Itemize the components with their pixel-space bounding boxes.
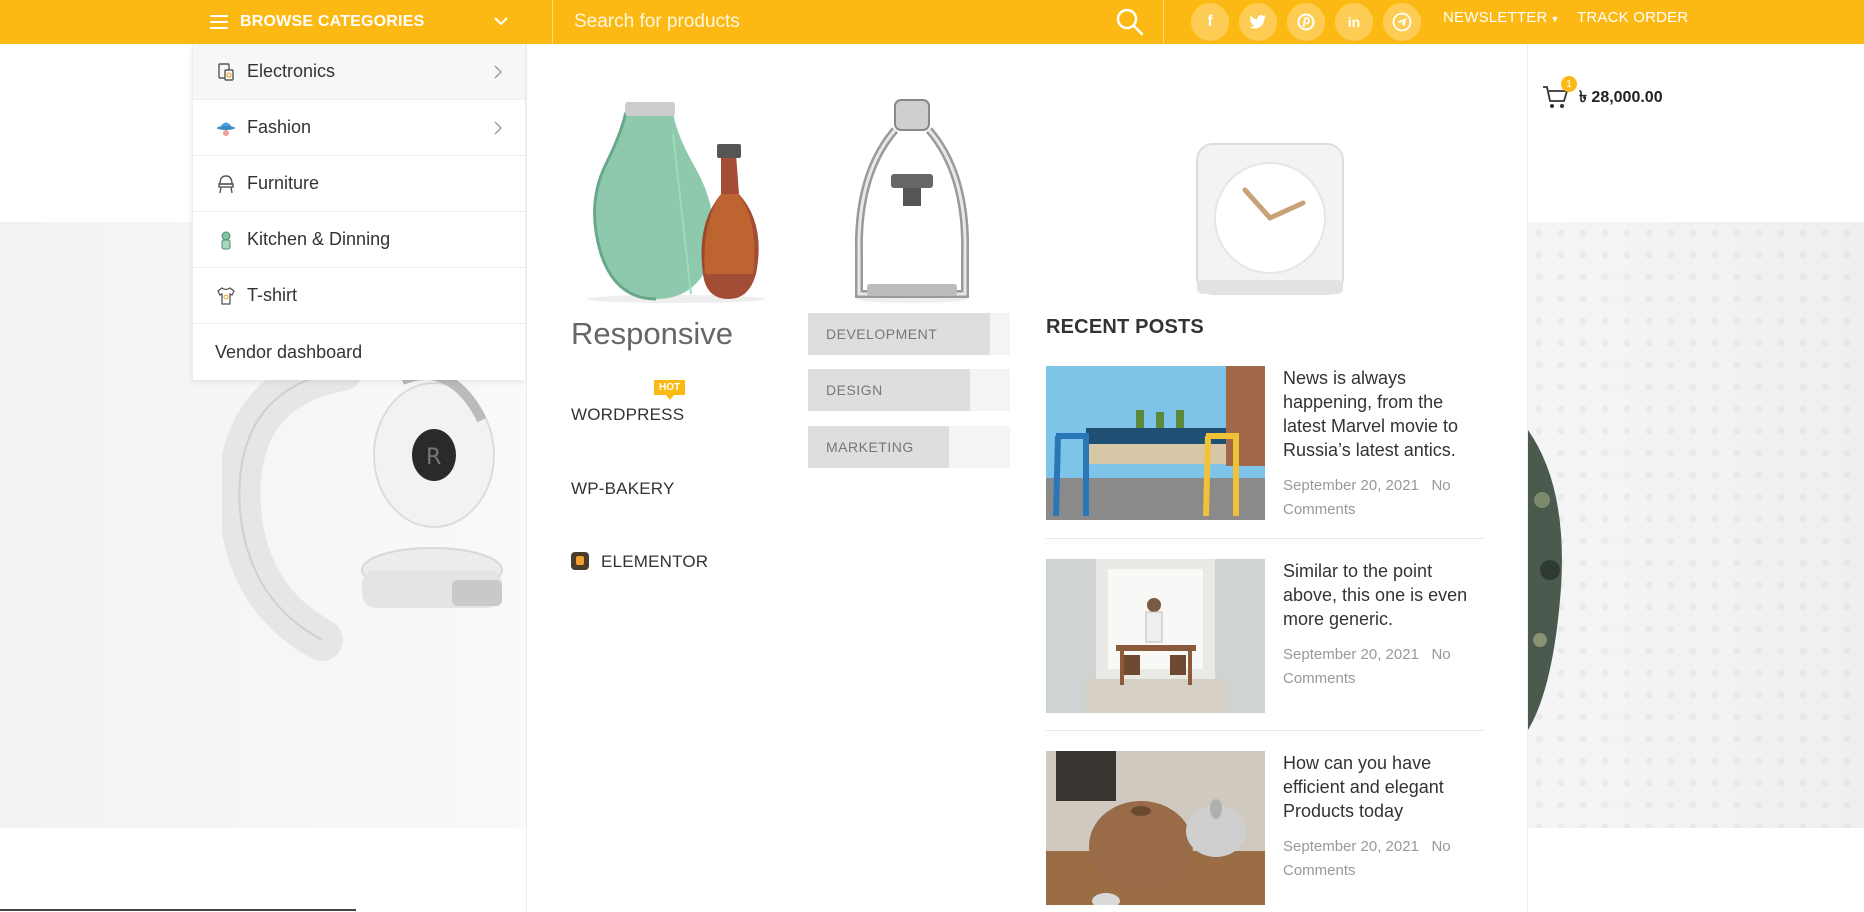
svg-text:R: R <box>426 445 441 470</box>
cart-button[interactable]: 1 ৳ 28,000.00 <box>1541 76 1663 112</box>
post-thumbnail[interactable] <box>1046 366 1265 520</box>
elementor-label: ELEMENTOR <box>601 552 709 571</box>
category-dropdown: Electronics Fashion Furniture Kitchen & … <box>192 44 526 380</box>
chevron-right-icon <box>494 65 502 79</box>
post-item: How can you have efficient and elegant P… <box>1046 751 1484 911</box>
linkedin-icon[interactable]: in <box>1335 3 1373 41</box>
headphones-image: R <box>222 370 503 661</box>
pinterest-icon[interactable] <box>1287 3 1325 41</box>
hamburger-icon <box>210 15 228 29</box>
skill-bar-marketing: MARKETING <box>808 426 1010 468</box>
category-item-fashion[interactable]: Fashion <box>193 100 525 156</box>
furniture-icon <box>215 173 237 195</box>
skill-bar-development: DEVELOPMENT <box>808 313 1010 355</box>
post-title-link[interactable]: How can you have efficient and elegant P… <box>1283 751 1483 823</box>
facebook-icon[interactable]: f <box>1191 3 1229 41</box>
clock-product-image[interactable] <box>1191 100 1347 304</box>
mega-menu-panel: Responsive HOT WORDPRESS WP-BAKERY ELEME… <box>526 44 1528 912</box>
chevron-right-icon <box>494 121 502 135</box>
post-meta: September 20, 2021 No Comments <box>1283 643 1483 691</box>
top-bar: BROWSE CATEGORIES f in NEWSLETTER▼ TRACK… <box>0 0 1864 44</box>
post-item: News is always happening, from the lates… <box>1046 366 1484 551</box>
post-divider <box>1046 730 1484 731</box>
category-item-kitchen[interactable]: Kitchen & Dinning <box>193 212 525 268</box>
twitter-icon[interactable] <box>1239 3 1277 41</box>
elementor-link[interactable]: ELEMENTOR <box>571 552 708 572</box>
responsive-heading: Responsive <box>571 316 733 351</box>
search-bar <box>554 0 1164 44</box>
skill-bar-label: DEVELOPMENT <box>826 326 938 342</box>
newsletter-label: NEWSLETTER <box>1443 9 1548 26</box>
track-order-link[interactable]: TRACK ORDER <box>1577 9 1688 26</box>
category-label: T-shirt <box>247 285 298 305</box>
vendor-dashboard-link[interactable]: Vendor dashboard <box>193 324 525 380</box>
telegram-icon[interactable] <box>1383 3 1421 41</box>
post-meta: September 20, 2021 No Comments <box>1283 474 1483 522</box>
category-label: Kitchen & Dinning <box>247 229 391 249</box>
search-input[interactable] <box>574 6 1094 38</box>
category-label: Electronics <box>247 61 336 81</box>
cart-count-badge: 1 <box>1561 76 1577 92</box>
post-meta: September 20, 2021 No Comments <box>1283 835 1483 883</box>
social-links: f in <box>1191 3 1421 41</box>
espresso-maker-product-image[interactable] <box>847 94 977 304</box>
cart-total: ৳ 28,000.00 <box>1579 88 1663 106</box>
electronics-icon <box>215 61 237 83</box>
bottom-divider <box>0 909 356 911</box>
category-item-furniture[interactable]: Furniture <box>193 156 525 212</box>
caret-down-icon: ▼ <box>1550 14 1560 24</box>
wordpress-link[interactable]: WORDPRESS <box>571 405 684 425</box>
category-label: Furniture <box>247 173 320 193</box>
chevron-down-icon <box>494 17 508 26</box>
browse-categories-label: BROWSE CATEGORIES <box>240 13 425 30</box>
tshirt-icon <box>215 285 237 307</box>
category-label: Fashion <box>247 117 312 137</box>
search-icon[interactable] <box>1115 7 1145 37</box>
hero-pattern <box>1528 222 1864 828</box>
post-divider <box>1046 538 1484 539</box>
skill-bar-label: DESIGN <box>826 382 883 398</box>
wp-bakery-link[interactable]: WP-BAKERY <box>571 479 675 499</box>
fashion-icon <box>215 117 237 139</box>
skill-bar-label: MARKETING <box>826 439 914 455</box>
browse-categories-button[interactable]: BROWSE CATEGORIES <box>192 0 553 44</box>
post-title-link[interactable]: Similar to the point above, this one is … <box>1283 559 1483 631</box>
category-label: Vendor dashboard <box>215 341 363 362</box>
post-date: September 20, 2021 <box>1283 838 1419 855</box>
post-item: Similar to the point above, this one is … <box>1046 559 1484 744</box>
post-title-link[interactable]: News is always happening, from the lates… <box>1283 366 1483 462</box>
kitchen-icon <box>215 229 237 251</box>
post-thumbnail[interactable] <box>1046 559 1265 713</box>
recent-posts-heading: RECENT POSTS <box>1046 316 1204 338</box>
category-item-tshirt[interactable]: T-shirt <box>193 268 525 324</box>
post-date: September 20, 2021 <box>1283 477 1419 494</box>
hot-badge: HOT <box>654 380 686 400</box>
carafe-product-image[interactable] <box>581 94 771 304</box>
post-date: September 20, 2021 <box>1283 646 1419 663</box>
post-thumbnail[interactable] <box>1046 751 1265 905</box>
cart-icon: 1 <box>1541 76 1577 112</box>
skill-bar-design: DESIGN <box>808 369 1010 411</box>
newsletter-menu[interactable]: NEWSLETTER ▼ <box>1443 9 1560 26</box>
elementor-icon <box>571 552 589 570</box>
category-item-electronics[interactable]: Electronics <box>193 44 525 100</box>
track-order-label: TRACK ORDER <box>1577 9 1689 26</box>
